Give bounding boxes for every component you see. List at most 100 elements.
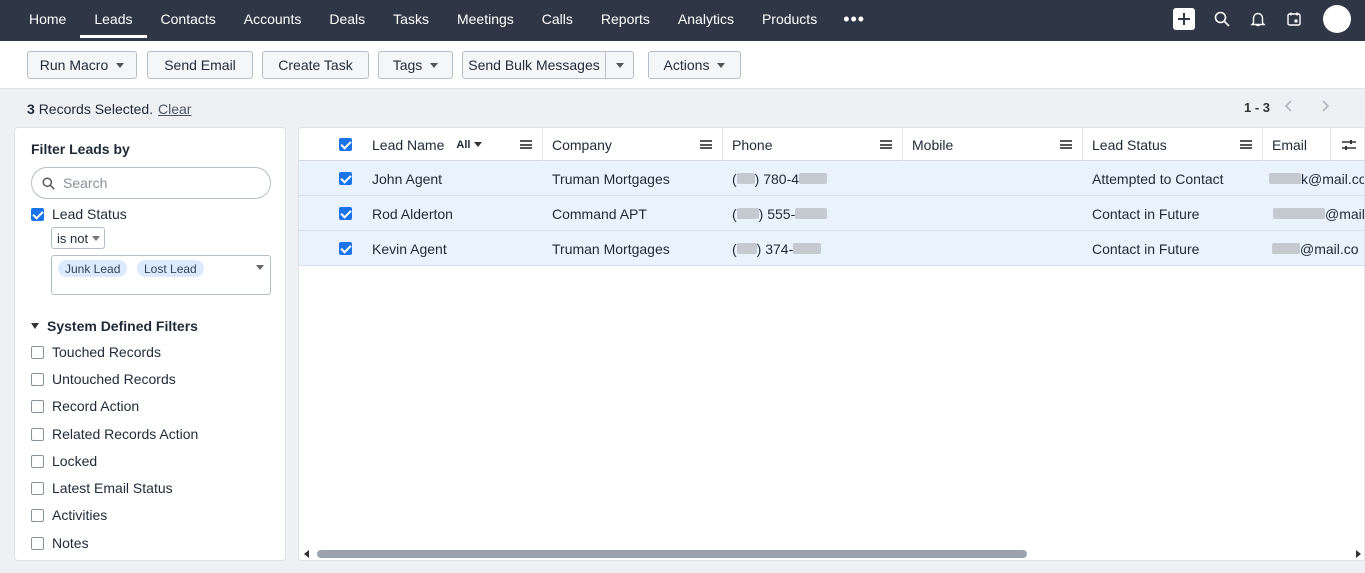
column-menu-icon[interactable] bbox=[880, 140, 892, 149]
nav-deals[interactable]: Deals bbox=[315, 0, 379, 38]
row-checkbox[interactable] bbox=[339, 207, 352, 220]
checkbox[interactable] bbox=[31, 481, 44, 495]
table-row[interactable]: Rod Alderton Command APT () 555- Contact… bbox=[299, 196, 1365, 231]
email-domain: @mail. bbox=[1325, 205, 1365, 222]
phone-cell[interactable]: () 780-4 bbox=[732, 161, 828, 196]
lead-status-cell: Contact in Future bbox=[1092, 240, 1200, 257]
chip-lost-lead[interactable]: Lost Lead bbox=[137, 260, 204, 277]
create-task-button[interactable]: Create Task bbox=[262, 51, 369, 79]
nav-products[interactable]: Products bbox=[748, 0, 831, 38]
nav-leads[interactable]: Leads bbox=[80, 0, 147, 38]
run-macro-label: Run Macro bbox=[39, 57, 109, 73]
checkbox[interactable] bbox=[31, 372, 44, 386]
system-defined-filters-title: System Defined Filters bbox=[47, 318, 198, 334]
filter-latest-email-status[interactable]: Latest Email Status bbox=[31, 480, 173, 496]
phone-cell[interactable]: () 555- bbox=[732, 196, 828, 231]
nav-contacts[interactable]: Contacts bbox=[147, 0, 230, 38]
col-lead-status[interactable]: Lead Status bbox=[1083, 128, 1263, 161]
nav-home[interactable]: Home bbox=[15, 0, 80, 38]
column-menu-icon[interactable] bbox=[1240, 140, 1252, 149]
column-menu-icon[interactable] bbox=[520, 140, 532, 149]
column-settings-icon[interactable] bbox=[1331, 128, 1364, 161]
filter-activities[interactable]: Activities bbox=[31, 507, 107, 523]
table-row[interactable]: John Agent Truman Mortgages () 780-4 Att… bbox=[299, 161, 1364, 196]
actions-button[interactable]: Actions bbox=[648, 51, 741, 79]
filter-related-records-action[interactable]: Related Records Action bbox=[31, 426, 198, 442]
col-company[interactable]: Company bbox=[543, 128, 723, 161]
col-phone-label: Phone bbox=[732, 136, 773, 153]
col-phone[interactable]: Phone bbox=[723, 128, 903, 161]
send-email-button[interactable]: Send Email bbox=[147, 51, 253, 79]
run-macro-button[interactable]: Run Macro bbox=[27, 51, 137, 79]
filter-locked[interactable]: Locked bbox=[31, 453, 97, 469]
more-icon[interactable]: ••• bbox=[831, 0, 877, 38]
filter-untouched-records[interactable]: Untouched Records bbox=[31, 371, 176, 387]
checkbox[interactable] bbox=[31, 345, 44, 359]
operator-select[interactable]: is not bbox=[51, 227, 105, 249]
email-cell[interactable]: @mail. bbox=[1273, 196, 1365, 231]
row-checkbox[interactable] bbox=[339, 242, 352, 255]
search-icon bbox=[42, 176, 55, 190]
bell-icon[interactable] bbox=[1249, 10, 1267, 28]
phone-cell[interactable]: () 374- bbox=[732, 231, 822, 266]
chip-junk-lead[interactable]: Junk Lead bbox=[58, 260, 128, 277]
status-values-select[interactable]: Junk Lead Lost Lead bbox=[51, 255, 271, 295]
avatar[interactable] bbox=[1323, 5, 1351, 33]
lead-name-cell[interactable]: Kevin Agent bbox=[372, 231, 447, 266]
scroll-right-icon[interactable] bbox=[1356, 550, 1361, 558]
nav-calls[interactable]: Calls bbox=[528, 0, 587, 38]
checkbox[interactable] bbox=[31, 536, 44, 550]
nav-meetings[interactable]: Meetings bbox=[443, 0, 528, 38]
nav-tasks[interactable]: Tasks bbox=[379, 0, 443, 38]
send-bulk-dropdown-button[interactable] bbox=[605, 51, 634, 79]
select-all-checkbox[interactable] bbox=[338, 138, 352, 151]
search-placeholder: Search bbox=[63, 175, 108, 191]
filter-search-input[interactable]: Search bbox=[31, 167, 271, 199]
nav-accounts[interactable]: Accounts bbox=[230, 0, 316, 38]
calendar-icon[interactable] bbox=[1285, 10, 1303, 28]
column-menu-icon[interactable] bbox=[700, 140, 712, 149]
checkbox[interactable] bbox=[31, 399, 44, 413]
clear-selection-link[interactable]: Clear bbox=[158, 101, 191, 117]
filter-label: Notes bbox=[52, 535, 89, 551]
nav-analytics[interactable]: Analytics bbox=[664, 0, 748, 38]
chevron-left-icon[interactable] bbox=[1284, 99, 1294, 118]
lead-name-cell[interactable]: John Agent bbox=[372, 161, 442, 196]
col-email[interactable]: Email bbox=[1263, 128, 1331, 161]
scrollbar-thumb[interactable] bbox=[317, 550, 1027, 558]
lead-name-cell[interactable]: Rod Alderton bbox=[372, 196, 453, 231]
tags-button[interactable]: Tags bbox=[378, 51, 453, 79]
checkbox[interactable] bbox=[31, 454, 44, 468]
email-cell[interactable]: @mail.co bbox=[1272, 231, 1359, 266]
search-icon[interactable] bbox=[1213, 10, 1231, 28]
filter-label: Related Records Action bbox=[52, 426, 199, 442]
nav-reports[interactable]: Reports bbox=[587, 0, 664, 38]
scroll-left-icon[interactable] bbox=[304, 550, 309, 558]
send-bulk-messages-button[interactable]: Send Bulk Messages bbox=[462, 51, 606, 79]
chevron-down-icon bbox=[116, 62, 125, 68]
col-mobile[interactable]: Mobile bbox=[903, 128, 1083, 161]
row-select-cell bbox=[339, 196, 352, 231]
lead-status-checkbox[interactable] bbox=[31, 207, 44, 221]
filter-touched-records[interactable]: Touched Records bbox=[31, 344, 161, 360]
email-cell[interactable]: k@mail.co bbox=[1269, 161, 1364, 196]
company-cell: Command APT bbox=[552, 205, 647, 222]
redacted-area bbox=[793, 243, 822, 254]
checkbox[interactable] bbox=[31, 508, 44, 522]
filter-record-action[interactable]: Record Action bbox=[31, 398, 139, 414]
checkbox[interactable] bbox=[31, 427, 44, 441]
col-lead-name[interactable]: Lead Name All bbox=[363, 128, 543, 161]
filter-panel: Filter Leads by Search Lead Status is no… bbox=[14, 127, 286, 561]
chevron-down-icon bbox=[256, 265, 264, 270]
col-mobile-label: Mobile bbox=[912, 136, 954, 153]
horizontal-scrollbar[interactable] bbox=[299, 546, 1364, 560]
lead-name-filter-select[interactable]: All bbox=[456, 139, 483, 151]
column-menu-icon[interactable] bbox=[1060, 140, 1072, 149]
filter-notes[interactable]: Notes bbox=[31, 535, 89, 551]
create-plus-icon[interactable] bbox=[1173, 8, 1195, 30]
system-defined-filters-toggle[interactable]: System Defined Filters bbox=[31, 318, 198, 334]
table-row[interactable]: Kevin Agent Truman Mortgages () 374- Con… bbox=[299, 231, 1364, 266]
lead-status-filter[interactable]: Lead Status bbox=[31, 206, 127, 222]
chevron-right-icon[interactable] bbox=[1320, 99, 1330, 118]
row-checkbox[interactable] bbox=[339, 172, 352, 185]
